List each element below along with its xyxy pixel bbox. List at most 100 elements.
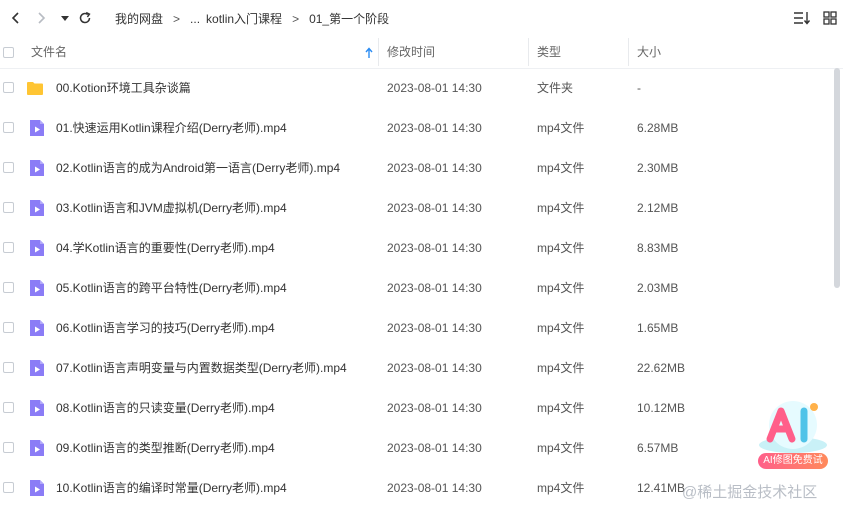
file-modified: 2023-08-01 14:30 bbox=[387, 361, 482, 375]
file-type: mp4文件 bbox=[537, 281, 585, 295]
file-name: 00.Kotion环境工具杂谈篇 bbox=[56, 81, 191, 95]
file-list-header: 文件名 修改时间 类型 大小 bbox=[0, 36, 843, 69]
row-checkbox[interactable] bbox=[3, 442, 14, 453]
breadcrumb-item-ellipsis[interactable]: ... bbox=[190, 12, 200, 26]
file-size: - bbox=[637, 81, 641, 95]
file-row[interactable]: 02.Kotlin语言的成为Android第一语言(Derry老师).mp4 2… bbox=[0, 148, 843, 188]
toolbar: 我的网盘 > ... kotlin入门课程 > 01_第一个阶段 bbox=[0, 0, 843, 36]
row-checkbox[interactable] bbox=[3, 82, 14, 93]
history-dropdown-button[interactable] bbox=[55, 8, 75, 28]
video-file-icon bbox=[30, 400, 44, 416]
file-modified: 2023-08-01 14:30 bbox=[387, 121, 482, 135]
file-row[interactable]: 08.Kotlin语言的只读变量(Derry老师).mp4 2023-08-01… bbox=[0, 388, 843, 428]
file-type: mp4文件 bbox=[537, 121, 585, 135]
file-size: 22.62MB bbox=[637, 361, 686, 375]
column-header-name[interactable]: 文件名 bbox=[31, 36, 67, 68]
file-modified: 2023-08-01 14:30 bbox=[387, 241, 482, 255]
ai-badge-label: AI修图免费试 bbox=[758, 453, 828, 469]
row-checkbox[interactable] bbox=[3, 362, 14, 373]
file-type: mp4文件 bbox=[537, 201, 585, 215]
file-size: 6.57MB bbox=[637, 441, 679, 455]
file-type: mp4文件 bbox=[537, 161, 585, 175]
file-size: 1.65MB bbox=[637, 321, 679, 335]
row-checkbox[interactable] bbox=[3, 282, 14, 293]
sort-list-icon bbox=[794, 12, 811, 25]
ai-retouch-badge[interactable]: AI修图免费试 bbox=[748, 395, 838, 473]
file-type: mp4文件 bbox=[537, 241, 585, 255]
file-row[interactable]: 04.学Kotlin语言的重要性(Derry老师).mp4 2023-08-01… bbox=[0, 228, 843, 268]
file-row[interactable]: 07.Kotlin语言声明变量与内置数据类型(Derry老师).mp4 2023… bbox=[0, 348, 843, 388]
file-row[interactable]: 06.Kotlin语言学习的技巧(Derry老师).mp4 2023-08-01… bbox=[0, 308, 843, 348]
sort-ascending-button[interactable] bbox=[364, 46, 374, 58]
scrollbar-thumb[interactable] bbox=[834, 68, 840, 288]
video-file-icon bbox=[30, 320, 44, 336]
file-row[interactable]: 03.Kotlin语言和JVM虚拟机(Derry老师).mp4 2023-08-… bbox=[0, 188, 843, 228]
file-modified: 2023-08-01 14:30 bbox=[387, 321, 482, 335]
file-type: mp4文件 bbox=[537, 321, 585, 335]
file-size: 10.12MB bbox=[637, 401, 686, 415]
column-header-modified[interactable]: 修改时间 bbox=[387, 36, 435, 68]
column-header-size[interactable]: 大小 bbox=[637, 36, 661, 68]
breadcrumb-item-current[interactable]: 01_第一个阶段 bbox=[309, 10, 389, 27]
video-file-icon bbox=[30, 160, 44, 176]
file-name: 09.Kotlin语言的类型推断(Derry老师).mp4 bbox=[56, 441, 275, 455]
video-file-icon bbox=[30, 360, 44, 376]
breadcrumb-item-root[interactable]: 我的网盘 bbox=[115, 10, 163, 27]
video-file-icon bbox=[30, 480, 44, 496]
file-size: 2.03MB bbox=[637, 281, 679, 295]
file-size: 6.28MB bbox=[637, 121, 679, 135]
file-size: 2.12MB bbox=[637, 201, 679, 215]
row-checkbox[interactable] bbox=[3, 482, 14, 493]
file-name: 01.快速运用Kotlin课程介绍(Derry老师).mp4 bbox=[56, 121, 287, 135]
file-size: 2.30MB bbox=[637, 161, 679, 175]
file-row[interactable]: 01.快速运用Kotlin课程介绍(Derry老师).mp4 2023-08-0… bbox=[0, 108, 843, 148]
file-modified: 2023-08-01 14:30 bbox=[387, 481, 482, 495]
chevron-right-icon bbox=[38, 12, 46, 24]
row-checkbox[interactable] bbox=[3, 162, 14, 173]
file-row[interactable]: 05.Kotlin语言的跨平台特性(Derry老师).mp4 2023-08-0… bbox=[0, 268, 843, 308]
file-type: mp4文件 bbox=[537, 401, 585, 415]
breadcrumb-item-course[interactable]: kotlin入门课程 bbox=[206, 10, 282, 27]
file-modified: 2023-08-01 14:30 bbox=[387, 401, 482, 415]
row-checkbox[interactable] bbox=[3, 202, 14, 213]
back-button[interactable] bbox=[6, 8, 26, 28]
grid-view-icon bbox=[823, 11, 837, 25]
breadcrumb-separator: > bbox=[292, 11, 300, 26]
file-type: mp4文件 bbox=[537, 441, 585, 455]
file-name: 10.Kotlin语言的编译时常量(Derry老师).mp4 bbox=[56, 481, 287, 495]
column-divider[interactable] bbox=[378, 38, 379, 66]
select-all-checkbox[interactable] bbox=[3, 47, 14, 58]
video-file-icon bbox=[30, 440, 44, 456]
file-name: 04.学Kotlin语言的重要性(Derry老师).mp4 bbox=[56, 241, 275, 255]
sort-button[interactable] bbox=[792, 9, 812, 27]
row-checkbox[interactable] bbox=[3, 322, 14, 333]
row-checkbox[interactable] bbox=[3, 402, 14, 413]
column-divider[interactable] bbox=[628, 38, 629, 66]
grid-view-button[interactable] bbox=[820, 9, 840, 27]
file-modified: 2023-08-01 14:30 bbox=[387, 161, 482, 175]
file-modified: 2023-08-01 14:30 bbox=[387, 441, 482, 455]
caret-down-icon bbox=[61, 16, 69, 21]
ai-logo-icon bbox=[759, 401, 827, 453]
forward-button[interactable] bbox=[31, 8, 51, 28]
video-file-icon bbox=[30, 280, 44, 296]
file-name: 03.Kotlin语言和JVM虚拟机(Derry老师).mp4 bbox=[56, 201, 287, 215]
column-divider[interactable] bbox=[528, 38, 529, 66]
file-modified: 2023-08-01 14:30 bbox=[387, 81, 482, 95]
video-file-icon bbox=[30, 240, 44, 256]
file-row[interactable]: 09.Kotlin语言的类型推断(Derry老师).mp4 2023-08-01… bbox=[0, 428, 843, 468]
file-name: 06.Kotlin语言学习的技巧(Derry老师).mp4 bbox=[56, 321, 275, 335]
file-row[interactable]: 00.Kotion环境工具杂谈篇 2023-08-01 14:30 文件夹 - bbox=[0, 68, 843, 108]
refresh-icon bbox=[79, 11, 91, 24]
column-header-type[interactable]: 类型 bbox=[537, 36, 561, 68]
breadcrumb-separator: > bbox=[173, 11, 181, 26]
file-name: 05.Kotlin语言的跨平台特性(Derry老师).mp4 bbox=[56, 281, 287, 295]
video-file-icon bbox=[30, 200, 44, 216]
chevron-left-icon bbox=[11, 12, 19, 24]
row-checkbox[interactable] bbox=[3, 122, 14, 133]
file-name: 08.Kotlin语言的只读变量(Derry老师).mp4 bbox=[56, 401, 275, 415]
refresh-button[interactable] bbox=[75, 8, 95, 28]
video-file-icon bbox=[30, 120, 44, 136]
row-checkbox[interactable] bbox=[3, 242, 14, 253]
file-type: mp4文件 bbox=[537, 361, 585, 375]
